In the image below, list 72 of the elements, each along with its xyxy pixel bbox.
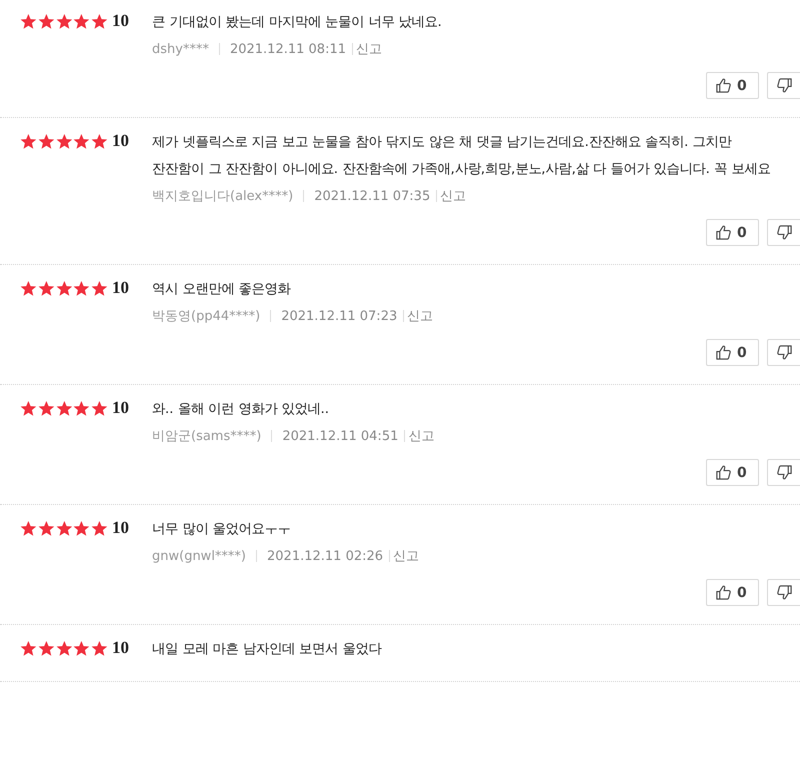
star-icon <box>91 13 108 30</box>
thumbs-up-icon <box>715 224 732 241</box>
review-date: 2021.12.11 08:11 <box>230 42 346 56</box>
review-text: 제가 넷플릭스로 지금 보고 눈물을 참아 닦지도 않은 채 댓글 남기는건데요.잔잔해요 솔직히. 그치만 잔잔함이 그 잔잔함이 아니에요. 잔잔함속에 가족애,사랑,희망,분노,사람,삶 다 들어가 있습니다. 꼭 보세요 <box>152 134 772 179</box>
thumbs-up-icon <box>715 464 732 481</box>
report-link[interactable]: 신고 <box>440 187 466 205</box>
thumbs-down-icon <box>776 464 793 481</box>
score: 10 <box>112 397 130 419</box>
star-icon <box>73 520 90 537</box>
star-icon <box>56 400 72 417</box>
thumbs-up-icon <box>715 584 732 601</box>
star-icon <box>56 640 72 657</box>
star-icon <box>20 640 37 657</box>
review-date: 2021.12.11 02:26 <box>267 548 384 564</box>
author-name: dshy**** <box>152 42 209 56</box>
star-icon <box>56 280 72 297</box>
star-icon <box>38 400 55 417</box>
review-date: 2021.12.11 07:35 <box>314 188 430 204</box>
review-text: 역시 오랜만에 좋은영화 <box>152 281 292 299</box>
report-link[interactable]: 신고 <box>393 547 420 565</box>
report-link[interactable]: 신고 <box>356 40 382 58</box>
author-name: gnw(gnwl****) <box>152 548 246 564</box>
star-icon <box>91 400 108 417</box>
star-icon <box>38 520 55 537</box>
star-icon <box>20 13 37 30</box>
star-icon <box>73 280 90 297</box>
report-link[interactable]: 신고 <box>408 427 434 445</box>
review-text: 와.. 올해 이런 영화가 있었네.. <box>152 401 330 419</box>
star-icon <box>56 520 72 537</box>
review-text: 내일 모레 마흔 남자인데 보면서 울었다 <box>152 641 383 659</box>
star-icon <box>38 13 55 30</box>
score: 10 <box>112 130 130 152</box>
star-icon <box>56 13 72 30</box>
like-button[interactable]: 0 <box>706 459 759 486</box>
author-name: 백지호입니다(alex****) <box>152 188 294 205</box>
score: 10 <box>112 10 130 32</box>
star-icon <box>56 133 72 150</box>
thumbs-up-icon <box>715 344 732 361</box>
review-date: 2021.12.11 07:23 <box>281 308 398 324</box>
like-button[interactable]: 0 <box>706 579 759 606</box>
report-link[interactable]: 신고 <box>407 307 434 325</box>
thumbs-up-icon <box>715 77 732 94</box>
star-icon <box>73 133 90 150</box>
star-icon <box>91 133 108 150</box>
thumbs-down-icon <box>776 224 793 241</box>
star-icon <box>20 520 37 537</box>
thumbs-down-icon <box>776 584 793 601</box>
star-icon <box>20 133 37 150</box>
star-icon <box>20 400 37 417</box>
score: 10 <box>112 277 130 299</box>
star-icon <box>91 280 108 297</box>
star-icon <box>38 133 55 150</box>
like-button[interactable]: 0 <box>706 219 759 246</box>
review-date: 2021.12.11 04:51 <box>282 428 398 444</box>
author-name: 비암군(sams****) <box>152 428 262 445</box>
star-icon <box>73 400 90 417</box>
author-name: 박동영(pp44****) <box>152 308 260 325</box>
thumbs-down-icon <box>776 77 793 94</box>
score: 10 <box>112 517 130 539</box>
star-icon <box>91 640 108 657</box>
star-icon <box>73 640 90 657</box>
thumbs-down-icon <box>776 344 793 361</box>
score: 10 <box>112 637 130 659</box>
star-icon <box>91 520 108 537</box>
like-button[interactable]: 0 <box>706 339 759 366</box>
star-icon <box>38 640 55 657</box>
review-text: 큰 기대없이 봤는데 마지막에 눈물이 너무 났네요. <box>152 14 443 32</box>
star-icon <box>73 13 90 30</box>
like-button[interactable]: 0 <box>706 72 759 99</box>
star-icon <box>20 280 37 297</box>
review-text: 너무 많이 울었어요ㅜㅜ <box>152 521 292 539</box>
star-icon <box>38 280 55 297</box>
